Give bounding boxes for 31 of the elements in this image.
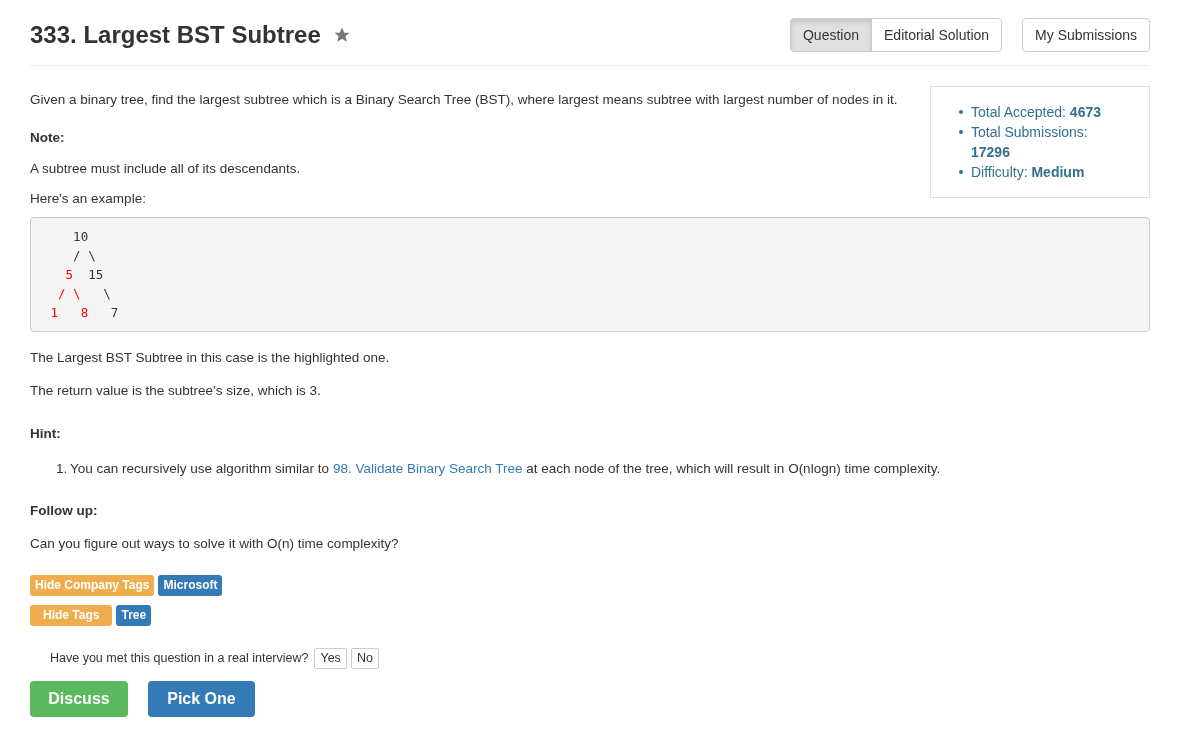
problem-title: 333. Largest BST Subtree: [30, 20, 321, 50]
tag-badge[interactable]: Tree: [116, 604, 152, 626]
code-example: 10 / \ 5 15 / \ \ 1 8 7: [30, 217, 1150, 332]
example-intro: Here's an example:: [30, 189, 147, 208]
paragraph: The Largest BST Subtree in this case is the highlighted one.: [30, 349, 391, 367]
follow-up-text: Can you figure out ways to solve it with O(n) time complexity?: [30, 535, 400, 554]
view-tab[interactable]: Question: [789, 18, 872, 52]
note-heading: Note:: [30, 129, 66, 148]
answer-button[interactable]: Yes: [314, 647, 347, 669]
discuss-button[interactable]: Discuss: [30, 680, 128, 717]
answer-button[interactable]: No: [350, 647, 379, 669]
stat-item: Total Accepted: 4673: [971, 103, 1101, 122]
star-icon[interactable]: [332, 26, 351, 44]
follow-up-heading: Follow up:: [30, 502, 99, 520]
hint-text: You can recursively use algorithm similar to 98. Validate Binary Search Tree at each node of the tree, which will result in O(nlogn) time complexity.: [70, 459, 941, 478]
paragraph: The return value is the subtree's size, which is 3.: [30, 382, 322, 401]
note-text: A subtree must include all of its descendants.: [30, 159, 302, 178]
bullet-icon: [959, 110, 963, 114]
description: Given a binary tree, find the largest subtree which is a Binary Search Tree (BST), where largest means subtree with largest number of nodes in it.: [30, 91, 899, 109]
my-submissions-button[interactable]: My Submissions: [1022, 18, 1150, 52]
problem-link[interactable]: 98. Validate Binary Search Tree: [332, 460, 523, 476]
bullet-icon: [959, 130, 963, 134]
list-number: 1.: [56, 459, 69, 478]
hint-heading: Hint:: [30, 424, 62, 443]
stat-item: Total Submissions: 17296: [971, 123, 1089, 162]
interview-question: Have you met this question in a real interview?: [50, 649, 309, 667]
view-tab[interactable]: Editorial Solution: [871, 18, 1003, 52]
stat-item: Difficulty: Medium: [971, 163, 1085, 182]
pick-one-button[interactable]: Pick One: [148, 680, 255, 717]
tag-badge[interactable]: Microsoft: [158, 574, 223, 596]
bullet-icon: [959, 170, 963, 174]
